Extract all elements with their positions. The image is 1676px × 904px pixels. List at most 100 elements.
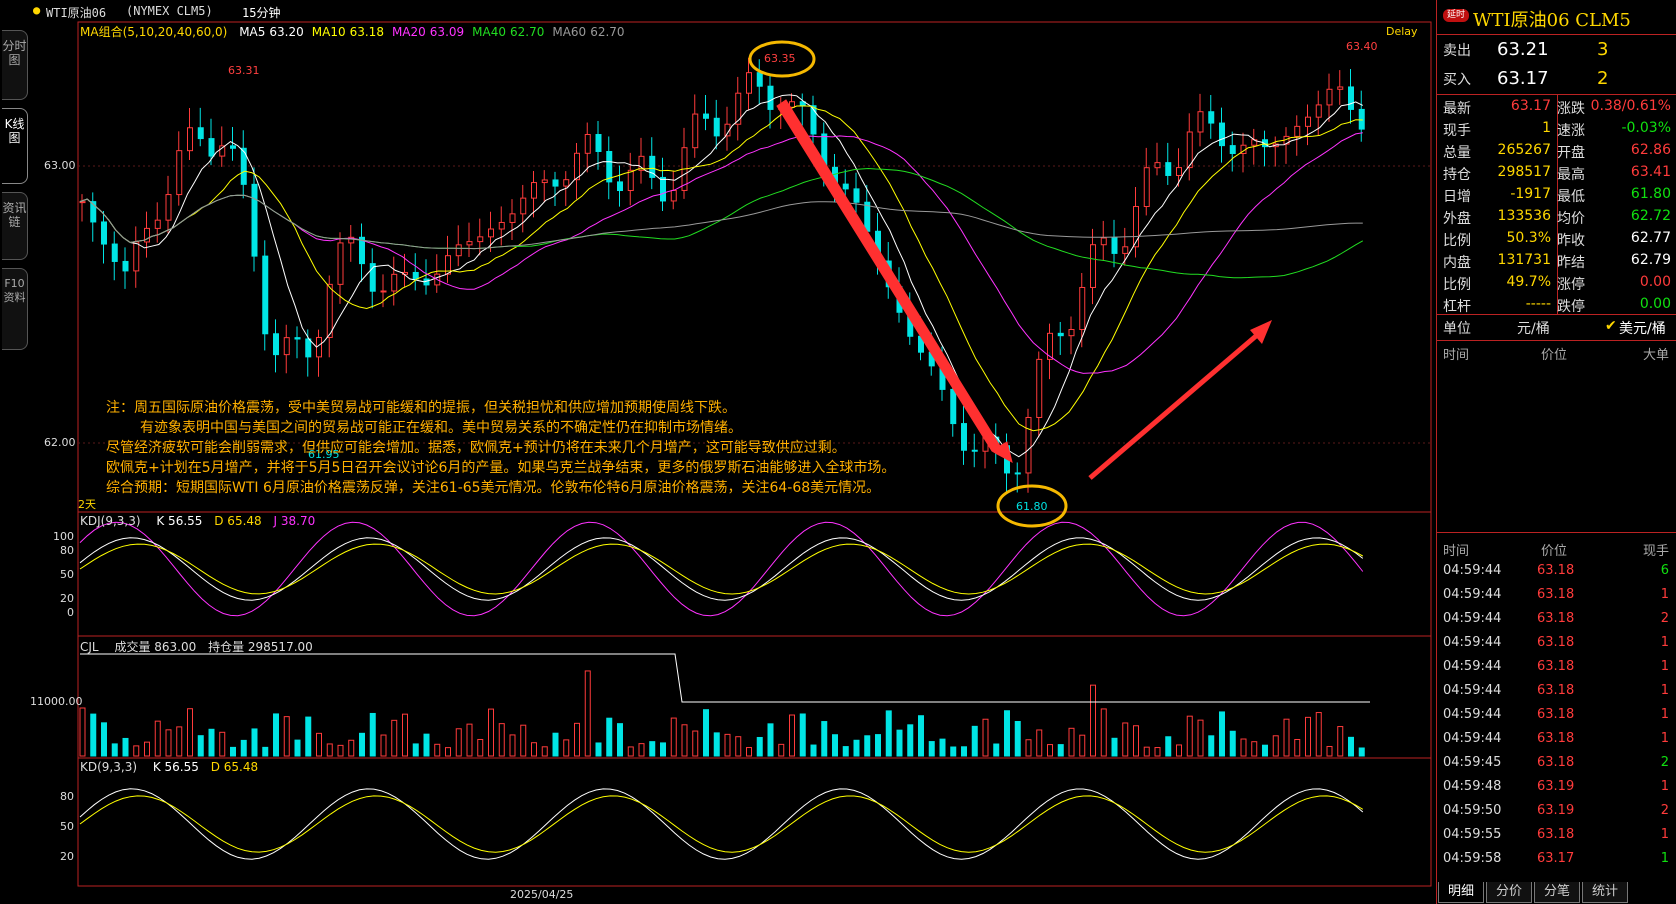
volume-bar (875, 734, 881, 757)
th-time: 时间 (1443, 544, 1470, 559)
tick-qty: 2 (1660, 611, 1669, 626)
candle (1197, 111, 1204, 133)
volume-bar (240, 739, 247, 757)
candle (1133, 206, 1139, 248)
candle (1079, 286, 1086, 331)
tab-stats[interactable]: 统计 (1582, 882, 1628, 903)
kd-lines (79, 788, 1364, 860)
check-icon: ✔ (1605, 318, 1617, 334)
cjl-legend: CJL 成交量 863.00 持仓量 298517.00 (80, 638, 313, 655)
candle (1315, 104, 1322, 118)
volume-bar (746, 747, 752, 757)
kd-legend: KD(9,3,3) K 56.55 D 65.48 (80, 760, 258, 774)
candle (617, 181, 623, 192)
tick-qty: 1 (1660, 827, 1669, 842)
volume-bar (692, 730, 699, 757)
tick-row: 04:59:44 63.18 6 (1437, 563, 1676, 585)
volume-bar (1079, 734, 1086, 757)
volume-bar (111, 743, 118, 757)
tick-qty: 1 (1660, 659, 1669, 674)
tick-price: 63.18 (1537, 683, 1575, 698)
volume-bar (380, 734, 387, 757)
unit-row: 单位 元/桶 ✔ 美元/桶 (1437, 318, 1676, 340)
kd-axis-label: 80 (60, 790, 74, 803)
ma-label[interactable]: MA组合(5,10,20,40,60,0) (80, 25, 227, 39)
kdj-axis-label: 100 (53, 530, 74, 543)
bh-price: 价位 (1541, 348, 1568, 363)
exchange: (NYMEX CLM5) (126, 4, 213, 18)
cjl-oi: 持仓量 298517.00 (208, 640, 313, 654)
ma-value: 62.70 (590, 25, 625, 39)
tab-f10[interactable]: F10资料 (2, 268, 28, 350)
quote-row: 现手 1 速涨 -0.03% (1437, 120, 1676, 142)
volume-bar (1197, 719, 1204, 757)
candle (1154, 162, 1161, 169)
ma-value: 63.18 (349, 25, 384, 39)
oscillator-line (79, 788, 1364, 860)
volume-bar (520, 724, 527, 757)
candle (305, 338, 312, 358)
unit-usd[interactable]: 美元/桶 (1619, 318, 1666, 338)
buy-qty: 2 (1597, 68, 1609, 89)
tick-time: 04:59:44 (1443, 707, 1502, 722)
candle (1219, 122, 1225, 147)
quote-row: 日增 -1917 最低 61.80 (1437, 186, 1676, 208)
candle (283, 337, 290, 356)
volume-bar (348, 739, 355, 757)
kd-label[interactable]: KD(9,3,3) (80, 760, 137, 774)
kdj-lines (79, 521, 1364, 617)
kdj-j: J 38.70 (273, 514, 316, 528)
tab-detail[interactable]: 明细 (1438, 882, 1484, 903)
kdj-d: D 65.48 (214, 514, 262, 528)
volume-bar (1240, 738, 1247, 757)
volume-bar (918, 715, 924, 757)
candle (230, 145, 236, 149)
volume-bar (1036, 729, 1043, 757)
candle (595, 134, 602, 152)
volume-bar (455, 728, 462, 757)
volume-bar (1154, 747, 1161, 757)
tab-by-price[interactable]: 分价 (1486, 882, 1532, 903)
period-selector[interactable]: 15分钟 (242, 4, 280, 21)
quote-value: 0.38/0.61% (1590, 98, 1671, 114)
volume-bar (1186, 715, 1193, 757)
oi-line (80, 653, 1370, 703)
axis-label-63: 63.00 (44, 159, 76, 172)
volume-bar (756, 736, 763, 757)
unit-cny[interactable]: 元/桶 (1517, 318, 1550, 338)
tick-row: 04:59:44 63.18 1 (1437, 707, 1676, 729)
tick-qty: 1 (1660, 731, 1669, 746)
up-arrow (1088, 328, 1265, 480)
top-bar: ● WTI原油06 (NYMEX CLM5) 15分钟 (30, 0, 1430, 22)
kdj-axis-label: 0 (67, 606, 74, 619)
tab-kline[interactable]: K线图 (2, 108, 28, 184)
volume-bar (1090, 684, 1096, 757)
tick-price: 63.18 (1537, 827, 1575, 842)
candle (337, 242, 344, 285)
tab-fenshi[interactable]: 分时图 (2, 30, 28, 100)
tab-news[interactable]: 资讯链 (2, 192, 28, 260)
volume-bar (1358, 747, 1365, 757)
sell-qty: 3 (1597, 39, 1609, 60)
candle (1068, 329, 1075, 337)
cjl-label[interactable]: CJL (80, 640, 99, 654)
note-line: 注：周五国际原油价格震荡，受中美贸易战可能缓和的提振，但关税担忧和供应增加预期使… (106, 400, 736, 416)
kdj-k: K 56.55 (156, 514, 203, 528)
symbol: WTI原油06 (46, 6, 107, 20)
cjl-axis: 11000.00 (30, 695, 83, 708)
volume-bar (552, 732, 559, 757)
high-label: 63.35 (764, 52, 796, 65)
volume-bar (1315, 712, 1322, 757)
kdj-label[interactable]: KDJ(9,3,3) (80, 514, 141, 528)
candle (541, 179, 548, 184)
candle (584, 134, 591, 154)
volume-bar (1208, 735, 1215, 757)
quote-label: 速涨 (1557, 123, 1585, 139)
quote-row: 最新 63.17 涨跌 0.38/0.61% (1437, 98, 1676, 120)
candle (853, 188, 860, 203)
volume-bar (101, 722, 107, 757)
tick-price: 63.17 (1537, 851, 1575, 866)
volume-bar (810, 744, 817, 757)
tab-by-trade[interactable]: 分笔 (1534, 882, 1580, 903)
tick-row: 04:59:50 63.19 2 (1437, 803, 1676, 825)
